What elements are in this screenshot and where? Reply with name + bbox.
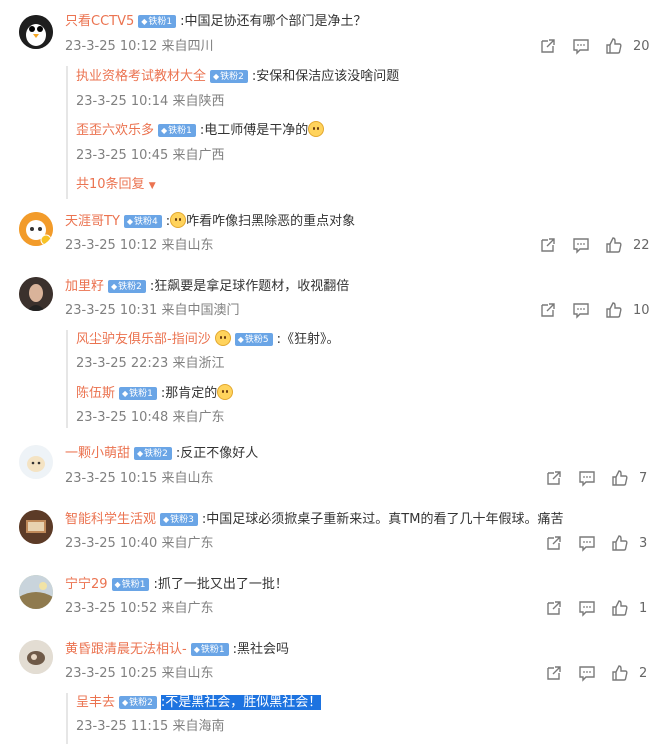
like-button[interactable]: 3 (611, 534, 649, 554)
share-icon[interactable] (539, 236, 557, 256)
comment-text: :中国足球必须掀桌子重新来过。真TM的看了几十年假球。痛苦 (201, 512, 564, 527)
fan-badge[interactable]: ◆铁粉1 (190, 643, 229, 656)
penguin-avatar-icon (19, 15, 53, 49)
photo-avatar-icon (19, 575, 53, 609)
reply-meta: 23-3-25 10:45 来自广西 (76, 148, 225, 163)
avatar[interactable] (19, 212, 53, 246)
like-button[interactable]: 1 (611, 599, 649, 619)
like-icon (606, 38, 622, 54)
comment-text: :反正不像好人 (175, 446, 259, 461)
share-icon[interactable] (545, 599, 563, 619)
comment-text: 咋看咋像扫黑除恶的重点对象 (186, 214, 356, 229)
like-icon (606, 302, 622, 318)
fan-badge[interactable]: ◆铁粉2 (108, 280, 146, 293)
comment-text: :狂飙要是拿足球作题材，收视翻倍 (149, 279, 350, 294)
comment-meta: 23-3-25 10:25 来自山东 (65, 666, 214, 681)
like-icon (612, 535, 628, 551)
fan-badge[interactable]: ◆铁粉2 (119, 696, 157, 709)
comment-text: :黑社会吗 (232, 642, 289, 657)
reply-text-selected: :不是黑社会，胜似黑社会！ (160, 695, 322, 710)
reply-text: :电工师傅是干净的 (199, 123, 309, 138)
reply-meta: 23-3-25 10:14 来自陕西 (76, 94, 225, 109)
reply-text: :那肯定的 (160, 386, 218, 401)
cartoon-avatar-icon (19, 445, 53, 479)
fan-badge[interactable]: ◆铁粉1 (138, 15, 177, 28)
like-icon (612, 470, 628, 486)
username[interactable]: 加里籽 (65, 279, 104, 294)
photo-avatar-icon (19, 640, 53, 674)
comment-icon[interactable] (578, 469, 596, 489)
like-button[interactable]: 7 (611, 469, 649, 489)
reply-meta: 23-3-25 10:48 来自广东 (76, 410, 225, 425)
fan-badge[interactable]: ◆铁粉1 (158, 124, 196, 137)
comment-icon[interactable] (572, 301, 590, 321)
comment-meta: 23-3-25 10:15 来自山东 (65, 471, 214, 486)
chevron-down-icon: ▼ (148, 181, 156, 191)
username[interactable]: 宁宁29 (65, 577, 108, 592)
comment-meta: 23-3-25 10:52 来自广东 (65, 601, 214, 616)
fan-badge[interactable]: ◆铁粉2 (134, 447, 172, 460)
username[interactable]: 黄昏跟清晨无法相认- (65, 642, 187, 657)
like-icon (606, 237, 622, 253)
avatar[interactable] (19, 15, 53, 49)
username[interactable]: 一颗小萌甜 (65, 446, 130, 461)
comment-meta: 23-3-25 10:12 来自山东 (65, 238, 214, 253)
reply-meta: 23-3-25 11:15 来自海南 (76, 719, 225, 734)
share-icon[interactable] (545, 534, 563, 554)
share-icon[interactable] (539, 37, 557, 57)
username[interactable]: 只看CCTV5 (65, 14, 134, 29)
fan-badge[interactable]: ◆铁粉3 (160, 513, 198, 526)
like-icon (612, 665, 628, 681)
comment-icon[interactable] (572, 37, 590, 57)
avatar[interactable] (19, 445, 53, 479)
more-replies-link[interactable]: 共10条回复 ▼ (76, 175, 156, 196)
reply-username[interactable]: 歪歪六欢乐多 (76, 123, 154, 138)
doge-emoji-icon (308, 121, 325, 137)
avatar[interactable] (19, 277, 53, 311)
reply-text: :《狂射》。 (276, 332, 340, 347)
comment-icon[interactable] (578, 534, 596, 554)
like-icon (612, 600, 628, 616)
emoji-icon (170, 212, 187, 228)
comment-meta: 23-3-25 10:40 来自广东 (65, 536, 214, 551)
comment-icon[interactable] (578, 664, 596, 684)
fan-badge[interactable]: ◆铁粉5 (234, 333, 273, 346)
fan-badge[interactable]: ◆铁粉1 (111, 578, 150, 591)
like-button[interactable]: 20 (605, 37, 650, 57)
comment-text: :抓了一批又出了一批！ (153, 577, 288, 592)
like-button[interactable]: 22 (605, 236, 650, 256)
reply-meta: 23-3-25 22:23 来自浙江 (76, 356, 225, 371)
doge-emoji-icon (217, 384, 234, 400)
share-icon[interactable] (545, 469, 563, 489)
share-icon[interactable] (545, 664, 563, 684)
cartoon-avatar-icon (19, 212, 53, 246)
comment-meta: 23-3-25 10:12 来自四川 (65, 39, 214, 54)
like-button[interactable]: 10 (605, 301, 650, 321)
fan-badge[interactable]: ◆铁粉4 (123, 215, 162, 228)
reply-text: :安保和保洁应该没啥问题 (251, 69, 400, 84)
comment-icon[interactable] (572, 236, 590, 256)
username[interactable]: 天涯哥TY (65, 214, 120, 229)
photo-avatar-icon (19, 277, 53, 311)
reply-username[interactable]: 呈丰去 (76, 695, 115, 710)
reply-username[interactable]: 风尘驴友俱乐部-指间沙 (76, 332, 211, 347)
reply-username[interactable]: 陈伍斯 (76, 386, 115, 401)
comment-meta: 23-3-25 10:31 来自中国澳门 (65, 303, 240, 318)
comment-text: :中国足协还有哪个部门是净土？ (180, 14, 367, 29)
emoji-icon (214, 330, 231, 346)
fan-badge[interactable]: ◆铁粉1 (119, 387, 157, 400)
avatar[interactable] (19, 575, 53, 609)
share-icon[interactable] (539, 301, 557, 321)
avatar[interactable] (19, 510, 53, 544)
avatar[interactable] (19, 640, 53, 674)
reply-username[interactable]: 执业资格考试教材大全 (76, 69, 206, 84)
username[interactable]: 智能科学生活观 (65, 512, 156, 527)
like-button[interactable]: 2 (611, 664, 649, 684)
comment-icon[interactable] (578, 599, 596, 619)
fan-badge[interactable]: ◆铁粉2 (210, 70, 248, 83)
photo-avatar-icon (19, 510, 53, 544)
